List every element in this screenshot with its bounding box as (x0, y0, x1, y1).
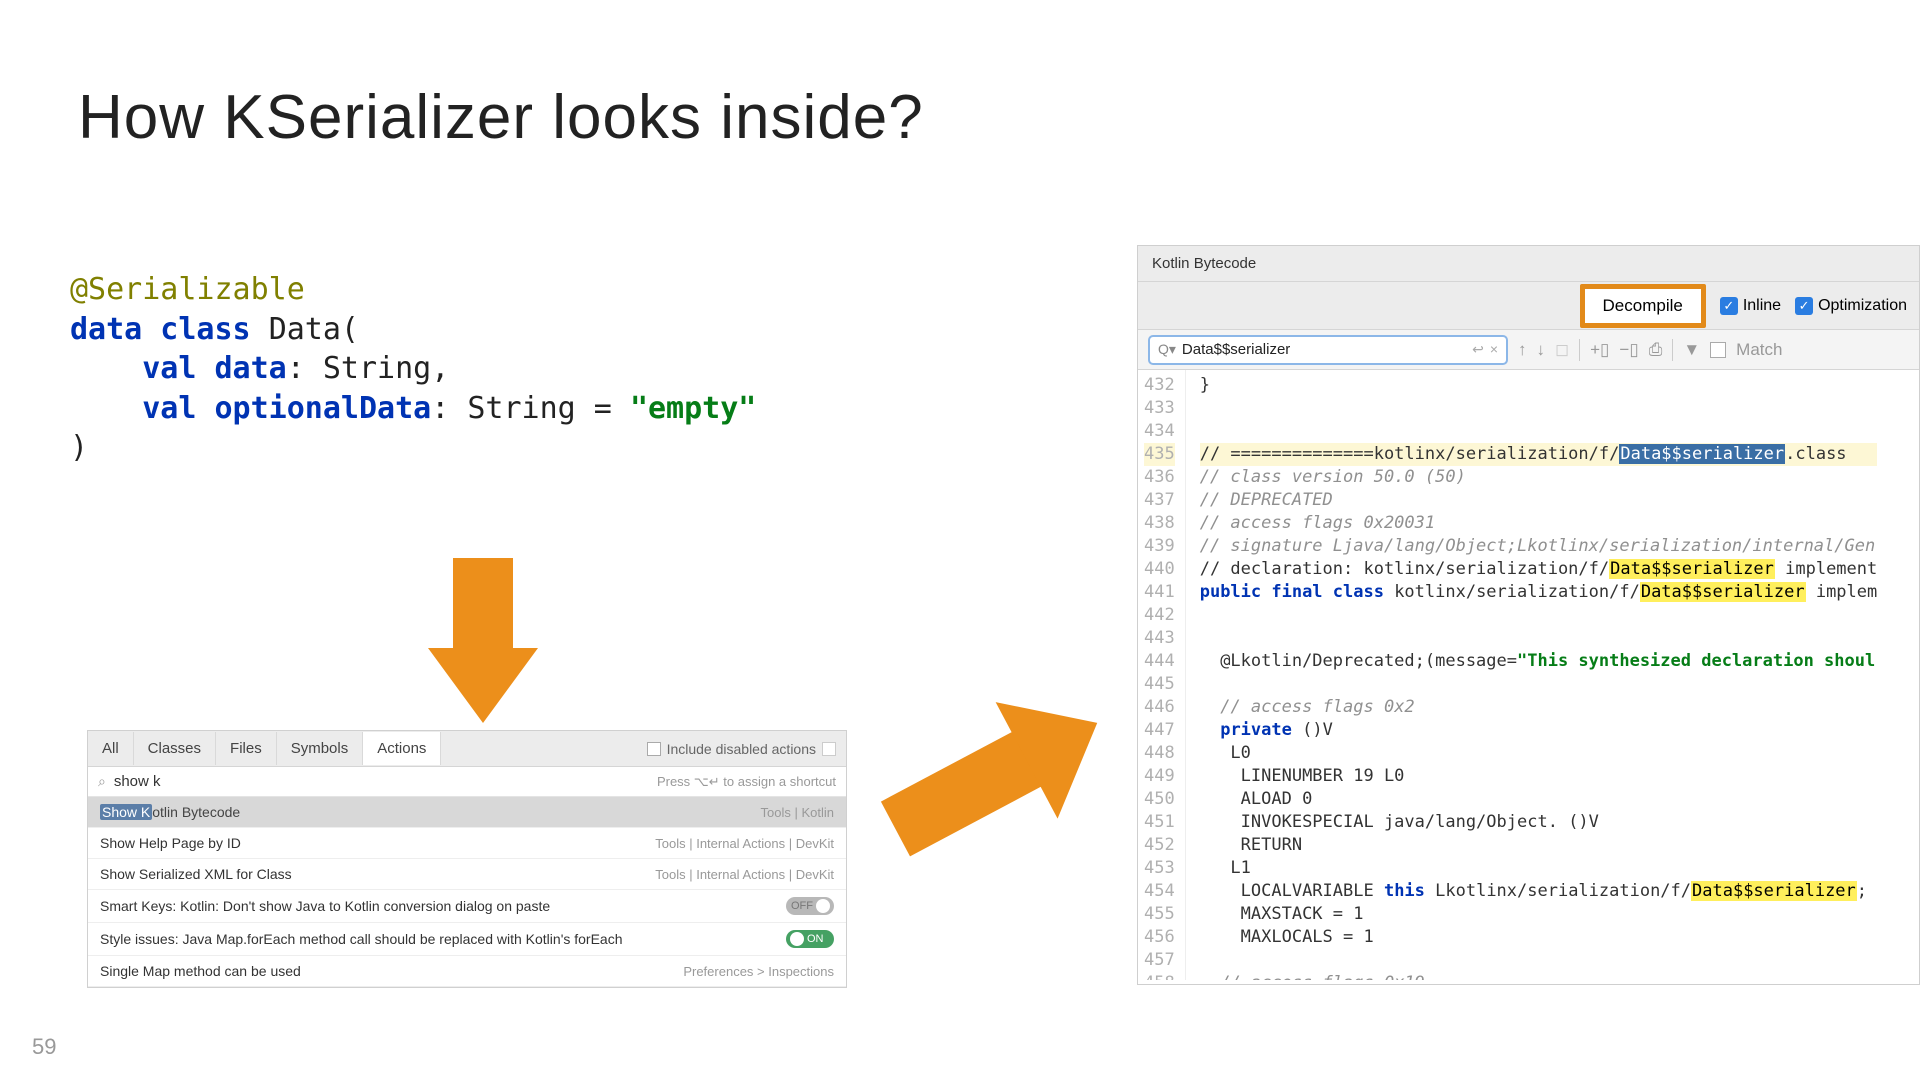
kotlin-code: @Serializable data class Data( val data:… (70, 270, 756, 468)
match-case-checkbox[interactable] (1710, 342, 1726, 358)
type: : String, (287, 351, 450, 386)
next-match-icon[interactable]: ↓ (1537, 340, 1546, 360)
row-hint: Tools | Internal Actions | DevKit (655, 867, 834, 882)
class-name: Data( (269, 312, 359, 347)
search-input[interactable] (114, 773, 657, 790)
find-input-wrapper[interactable]: Q▾ Data$$serializer ↩ × (1148, 335, 1508, 365)
action-row[interactable]: Show Serialized XML for ClassTools | Int… (88, 859, 846, 890)
arrow-down-icon (428, 558, 538, 728)
tab-all[interactable]: All (88, 732, 134, 765)
row-hint: Tools | Kotlin (761, 805, 834, 820)
action-row[interactable]: Show Help Page by IDTools | Internal Act… (88, 828, 846, 859)
annotation: @Serializable (70, 272, 305, 307)
type: : String = (431, 391, 630, 426)
tab-classes[interactable]: Classes (134, 732, 216, 765)
kw: val (142, 351, 214, 386)
add-selection-icon[interactable]: +▯ (1590, 340, 1609, 360)
toggle[interactable]: OFF (786, 897, 834, 915)
row-hint: Preferences > Inspections (683, 964, 834, 979)
kw: val (142, 391, 214, 426)
include-disabled-checkbox[interactable]: Include disabled actions (647, 741, 836, 757)
line-gutter: 4324334344354364374384394404414424434444… (1138, 370, 1186, 980)
clear-icon[interactable]: × (1490, 341, 1498, 358)
slide-title: How KSerializer looks inside? (78, 82, 924, 153)
decompile-button[interactable]: Decompile (1580, 284, 1706, 328)
toggle[interactable]: ON (786, 930, 834, 948)
panel-title: Kotlin Bytecode (1138, 246, 1919, 282)
slide-number: 59 (32, 1034, 56, 1060)
prop: optionalData (215, 391, 432, 426)
filter-icon[interactable]: ▼ (1683, 340, 1700, 360)
tab-symbols[interactable]: Symbols (277, 732, 364, 765)
action-row[interactable]: Single Map method can be usedPreferences… (88, 956, 846, 987)
inline-label: Inline (1743, 297, 1781, 315)
arrow-upright-icon (852, 634, 1148, 906)
action-row[interactable]: Show Kotlin BytecodeTools | Kotlin (88, 797, 846, 828)
prev-match-icon[interactable]: ↑ (1518, 340, 1527, 360)
string: "empty" (630, 391, 756, 426)
remove-selection-icon[interactable]: −▯ (1619, 340, 1638, 360)
find-input[interactable]: Data$$serializer (1182, 341, 1472, 358)
tab-actions[interactable]: Actions (363, 732, 441, 765)
select-all-occurrences-icon[interactable]: ⎙ (1649, 340, 1663, 360)
paren: ) (70, 430, 88, 465)
kw: data class (70, 312, 269, 347)
action-row[interactable]: Style issues: Java Map.forEach method ca… (88, 923, 846, 956)
row-hint: Tools | Internal Actions | DevKit (655, 836, 834, 851)
inline-checkbox[interactable]: ✓Inline (1720, 297, 1781, 315)
bytecode-panel: Kotlin Bytecode Decompile ✓Inline ✓Optim… (1137, 245, 1920, 985)
search-everywhere-popup: AllClassesFilesSymbolsActions Include dis… (87, 730, 847, 988)
optimization-label: Optimization (1818, 297, 1907, 315)
action-row[interactable]: Smart Keys: Kotlin: Don't show Java to K… (88, 890, 846, 923)
search-icon: ⌕ (98, 773, 106, 790)
tab-files[interactable]: Files (216, 732, 277, 765)
optimization-checkbox[interactable]: ✓Optimization (1795, 297, 1907, 315)
bytecode-code[interactable]: } // ==============kotlinx/serialization… (1186, 370, 1878, 980)
search-icon: Q▾ (1158, 341, 1176, 358)
match-label: Match (1736, 340, 1782, 360)
history-icon[interactable]: ↩ (1472, 341, 1484, 358)
select-all-icon[interactable]: ◻ (1555, 340, 1569, 360)
prop: data (215, 351, 287, 386)
shortcut-hint: Press ⌥↵ to assign a shortcut (657, 774, 836, 790)
